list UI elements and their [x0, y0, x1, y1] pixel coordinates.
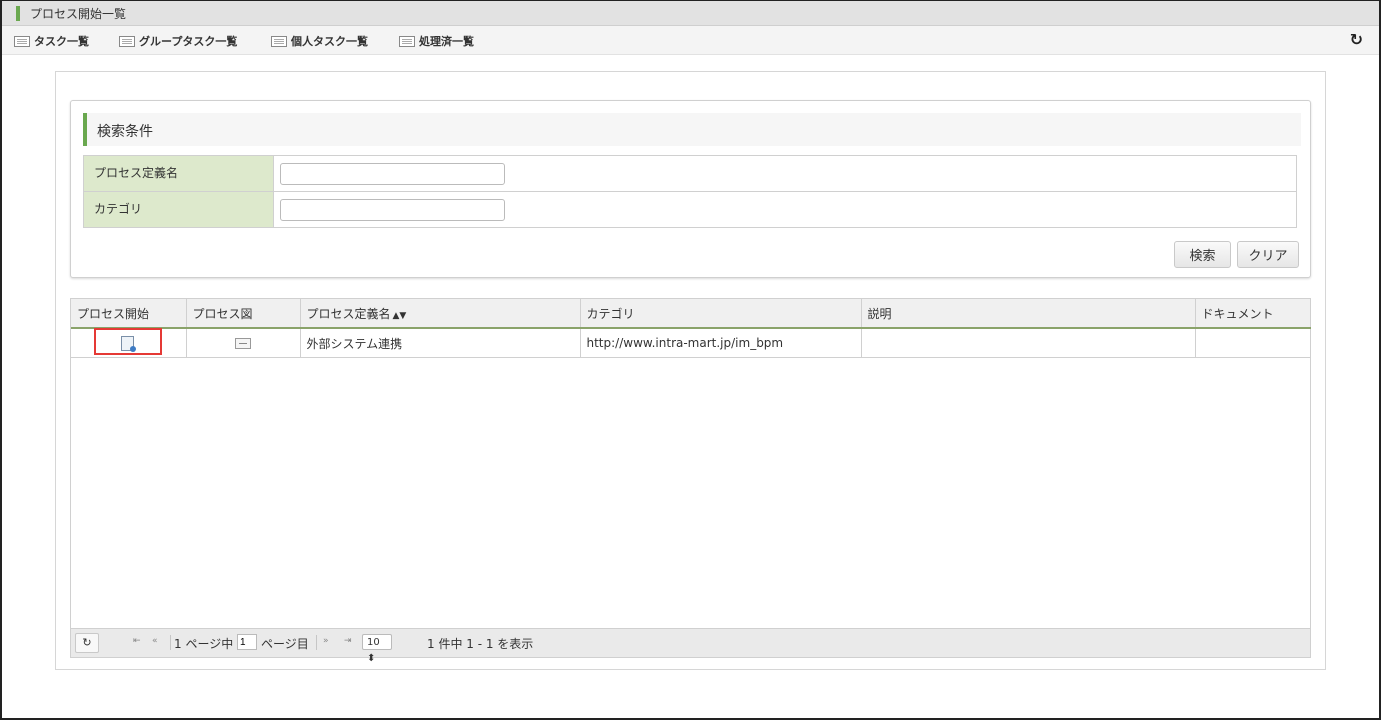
search-panel: 検索条件 プロセス定義名 カテゴリ 検索 クリア	[70, 100, 1311, 278]
toolbar-processed-list[interactable]: 処理済一覧	[399, 33, 474, 49]
toolbar-personal-task-list[interactable]: 個人タスク一覧	[271, 33, 368, 49]
process-name-input[interactable]	[280, 162, 505, 185]
search-heading: 検索条件	[97, 124, 153, 140]
toolbar-group-task-list[interactable]: グループタスク一覧	[119, 33, 237, 49]
process-start-cell	[71, 328, 187, 358]
toolbar-task-list[interactable]: タスク一覧	[14, 33, 89, 49]
col-header-process-name[interactable]: プロセス定義名 ▲▼	[300, 299, 581, 329]
page-number-input[interactable]	[237, 634, 257, 650]
last-page-icon[interactable]: ⇥	[344, 636, 352, 646]
table-header-row: プロセス開始 プロセス図 プロセス定義名 ▲▼ カテゴリ 説明 ドキュメント	[71, 299, 1311, 329]
search-header: 検索条件	[83, 113, 1301, 146]
search-form: プロセス定義名 カテゴリ	[83, 155, 1297, 228]
field-cell	[273, 155, 1297, 192]
field-cell	[273, 191, 1297, 228]
process-start-icon[interactable]	[121, 335, 137, 352]
pager-summary: 1 件中 1 - 1 を表示	[427, 637, 534, 651]
list-icon	[119, 35, 135, 47]
col-header-process-diagram: プロセス図	[186, 299, 301, 329]
page-suffix-text: ページ目	[261, 637, 309, 651]
toolbar: タスク一覧 グループタスク一覧 個人タスク一覧 処理済一覧 ↻	[2, 26, 1379, 55]
table-row: 外部システム連携 http://www.intra-mart.jp/im_bpm	[71, 328, 1311, 358]
toolbar-label: 処理済一覧	[419, 35, 474, 48]
col-header-description: 説明	[861, 299, 1196, 329]
toolbar-label: グループタスク一覧	[139, 35, 238, 48]
page-title: プロセス開始一覧	[30, 7, 127, 21]
field-label-category: カテゴリ	[83, 191, 274, 228]
col-header-process-start: プロセス開始	[71, 299, 187, 329]
title-bar: プロセス開始一覧	[2, 1, 1379, 26]
process-table: プロセス開始 プロセス図 プロセス定義名 ▲▼ カテゴリ 説明 ドキュメント 外部…	[71, 299, 1311, 358]
title-accent-mark	[16, 6, 20, 21]
col-header-label: プロセス定義名	[306, 306, 391, 321]
prev-page-icon[interactable]: «	[152, 636, 158, 646]
pager: ↻ ⇤ « 1 ページ中 ページ目 » ⇥ 10 ⬍ 1 件中 1 - 1 を表…	[71, 628, 1310, 664]
clear-button[interactable]: クリア	[1237, 241, 1299, 268]
toolbar-label: 個人タスク一覧	[291, 35, 368, 48]
document-cell	[1195, 328, 1311, 358]
process-name-cell: 外部システム連携	[300, 328, 581, 358]
toolbar-label: タスク一覧	[34, 35, 89, 48]
process-diagram-icon[interactable]	[234, 338, 251, 349]
per-page-select[interactable]: 10 ⬍	[362, 634, 392, 664]
pager-separator	[316, 635, 317, 650]
process-diagram-cell	[186, 328, 301, 358]
first-page-icon[interactable]: ⇤	[133, 636, 141, 646]
description-cell	[861, 328, 1196, 358]
col-header-document: ドキュメント	[1195, 299, 1311, 329]
list-icon	[271, 35, 287, 47]
field-label-process-name: プロセス定義名	[83, 155, 274, 192]
category-cell: http://www.intra-mart.jp/im_bpm	[580, 328, 862, 358]
next-page-icon[interactable]: »	[323, 636, 329, 646]
category-input[interactable]	[280, 198, 505, 221]
col-header-category: カテゴリ	[580, 299, 862, 329]
pager-reload-icon[interactable]: ↻	[75, 633, 99, 653]
page-prefix-text: 1 ページ中	[174, 637, 234, 651]
sort-icon[interactable]: ▲▼	[393, 311, 407, 321]
process-grid: プロセス開始 プロセス図 プロセス定義名 ▲▼ カテゴリ 説明 ドキュメント 外部…	[70, 298, 1311, 664]
list-icon	[14, 35, 30, 47]
refresh-icon[interactable]: ↻	[1350, 30, 1363, 49]
pager-separator	[170, 635, 171, 650]
search-button[interactable]: 検索	[1174, 241, 1231, 268]
list-icon	[399, 35, 415, 47]
